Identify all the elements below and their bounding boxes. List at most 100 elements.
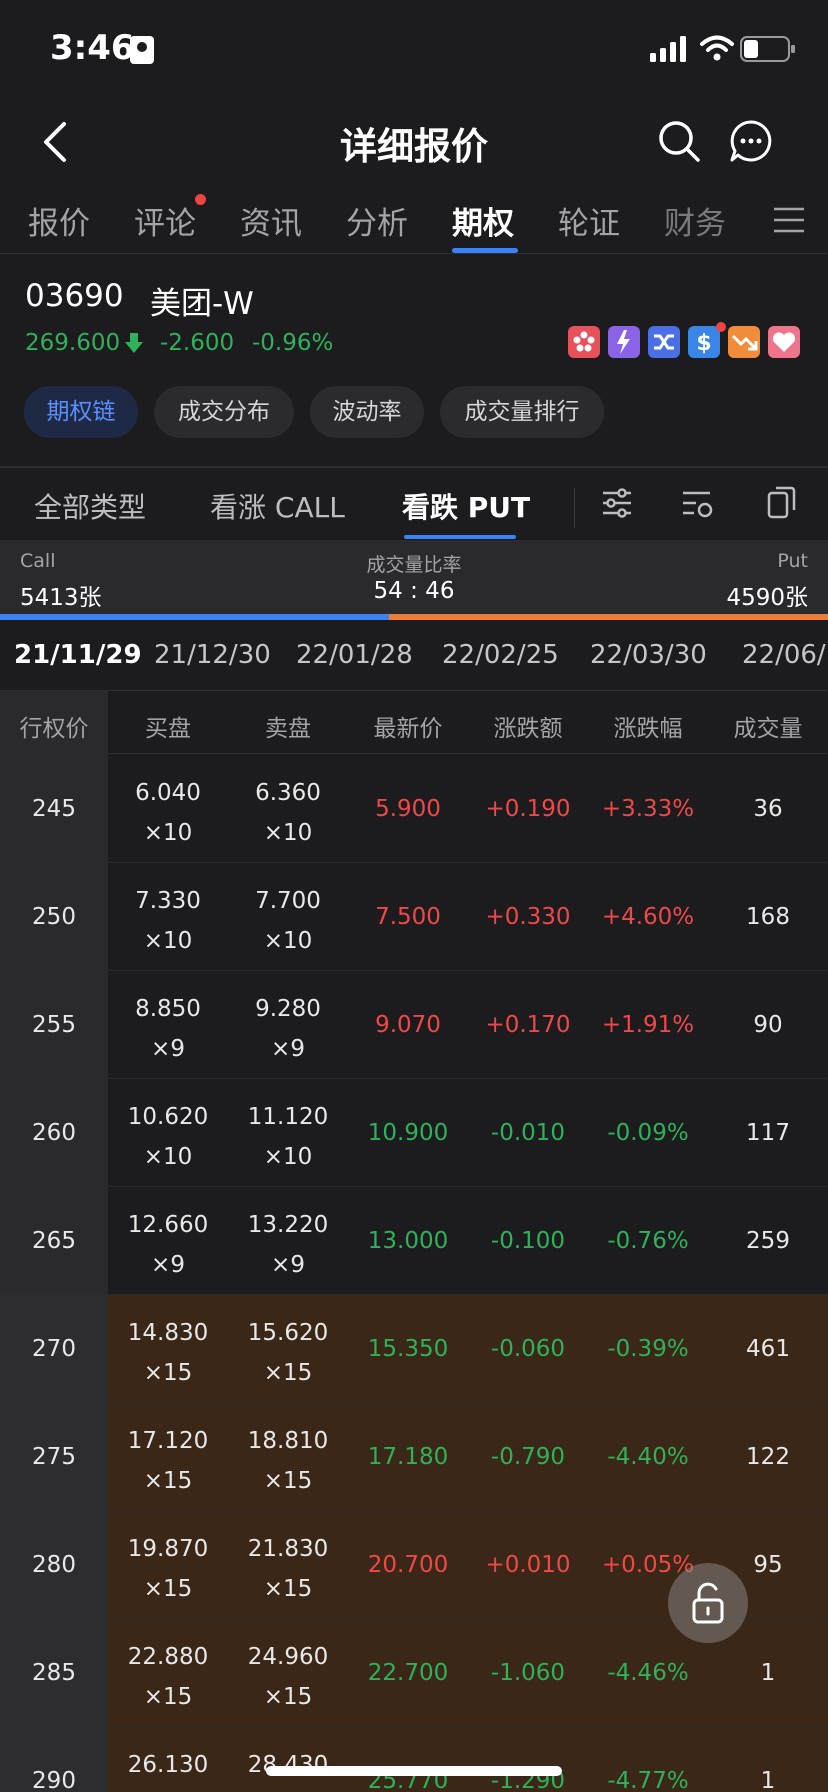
expiry-date[interactable]: 22/06/ [742,640,826,670]
tab-financials[interactable]: 财务 [664,198,726,243]
heart-icon[interactable] [768,326,800,358]
tab-warrants[interactable]: 轮证 [558,198,620,243]
strike-price: 280 [0,1511,108,1619]
copy-icon[interactable] [766,484,798,520]
tab-options[interactable]: 期权 [452,198,514,243]
expiry-date[interactable]: 21/12/30 [154,640,271,670]
bid-price: 10.620 [127,1104,209,1130]
tab-analysis[interactable]: 分析 [346,198,408,243]
price-change: +0.010 [485,1552,571,1578]
search-icon[interactable] [656,118,702,164]
bid-cell: 7.330 ×10 [108,881,228,961]
col-change[interactable]: 涨跌额 [468,709,588,743]
price-change-pct: +4.60% [601,904,695,930]
type-tab-indicator [404,535,516,539]
ask-price: 21.830 [247,1536,329,1562]
ask-size: ×9 [271,1036,305,1062]
nav-bar: 详细报价 [0,100,828,200]
strike-price: 290 [0,1727,108,1792]
table-row[interactable]: 255 8.850 ×9 9.280 ×9 9.070 +0.170 +1.91% 90 [0,971,828,1079]
bid-cell: 8.850 ×9 [108,989,228,1069]
type-tab-all[interactable]: 全部类型 [34,486,146,526]
strike-price: 270 [0,1295,108,1403]
price-change-pct: +1.91% [601,1012,695,1038]
bid-cell: 22.880 ×15 [108,1637,228,1717]
bid-size: ×9 [151,1252,185,1278]
table-row[interactable]: 260 10.620 ×10 11.120 ×10 10.900 -0.010 -0.09% 1… [0,1079,828,1187]
bid-cell: 17.120 ×15 [108,1421,228,1501]
strike-price: 260 [0,1079,108,1187]
expiry-date[interactable]: 22/03/30 [590,640,707,670]
filter-icon[interactable] [600,486,634,520]
tab-news[interactable]: 资讯 [240,198,302,243]
expiry-date[interactable]: 22/02/25 [442,640,559,670]
expiry-date[interactable]: 21/11/29 [14,640,142,670]
put-volume: 4590张 [726,585,808,611]
arrow-down-icon [125,333,143,353]
price-change: -0.010 [490,1120,566,1146]
table-row[interactable]: 265 12.660 ×9 13.220 ×9 13.000 -0.100 -0.76% 259 [0,1187,828,1295]
chip-trade-distribution[interactable]: 成交分布 [154,386,294,438]
ask-cell: 6.360 ×10 [228,773,348,853]
type-tab-put[interactable]: 看跌 PUT [402,486,530,526]
bid-price: 12.660 [127,1212,209,1238]
bid-price: 6.040 [135,780,201,806]
ask-cell: 15.620 ×15 [228,1313,348,1393]
ask-size: ×9 [271,1252,305,1278]
ratio-value: 54 : 46 [373,578,455,604]
col-strike[interactable]: 行权价 [0,709,108,743]
last-price: 15.350 [367,1336,449,1362]
last-price: 22.700 [367,1660,449,1686]
col-volume[interactable]: 成交量 [708,709,828,743]
col-change-pct[interactable]: 涨跌幅 [588,709,708,743]
chat-icon[interactable] [728,118,774,164]
strike-price: 275 [0,1403,108,1511]
home-indicator [266,1766,562,1776]
col-last[interactable]: 最新价 [348,709,468,743]
col-ask[interactable]: 卖盘 [228,709,348,743]
dollar-icon[interactable]: $ [688,326,720,358]
active-tab-indicator [452,248,518,253]
level2-icon[interactable] [608,326,640,358]
table-row[interactable]: 245 6.040 ×10 6.360 ×10 5.900 +0.190 +3.33% 36 [0,755,828,863]
chip-option-chain[interactable]: 期权链 [24,386,138,438]
bid-price: 22.880 [127,1644,209,1670]
ask-price: 6.360 [255,780,321,806]
chip-volume-ranking[interactable]: 成交量排行 [440,386,604,438]
bid-size: ×15 [143,1576,193,1602]
col-bid[interactable]: 买盘 [108,709,228,743]
swap-icon[interactable] [648,326,680,358]
battery-icon [740,36,795,62]
tab-comments[interactable]: 评论 [134,198,196,243]
chip-volatility[interactable]: 波动率 [310,386,424,438]
table-row[interactable]: 290 26.130 28.430 25.770 -1.290 -4.77% 1 [0,1727,828,1792]
stock-code: 03690 [25,278,124,314]
bid-size: ×10 [143,820,193,846]
bid-cell: 14.830 ×15 [108,1313,228,1393]
options-table-header: 行权价 买盘 卖盘 最新价 涨跌额 涨跌幅 成交量 [0,690,828,755]
bid-price: 14.830 [127,1320,209,1346]
table-row[interactable]: 275 17.120 ×15 18.810 ×15 17.180 -0.790 -4.40% 1… [0,1403,828,1511]
volume: 36 [753,796,783,822]
tab-quote[interactable]: 报价 [28,198,90,243]
trend-down-icon[interactable] [728,326,760,358]
table-row[interactable]: 250 7.330 ×10 7.700 ×10 7.500 +0.330 +4.60% 168 [0,863,828,971]
last-price: 7.500 [375,904,441,930]
lock-button[interactable] [668,1563,748,1643]
ask-size: ×10 [263,928,313,954]
price-change: +0.330 [485,904,571,930]
volume-ratio-panel: Call 5413张 成交量比率 54 : 46 Put 4590张 [0,540,828,620]
volume: 259 [746,1228,790,1254]
volume: 122 [746,1444,790,1470]
ask-cell: 9.280 ×9 [228,989,348,1069]
ask-cell: 24.960 ×15 [228,1637,348,1717]
price-change-pct: +3.33% [601,796,695,822]
expiry-date[interactable]: 22/01/28 [296,640,413,670]
page-title: 详细报价 [340,125,488,168]
type-tab-call[interactable]: 看涨 CALL [210,486,345,526]
hk-flag-icon[interactable] [568,326,600,358]
ratio-title: 成交量比率 [366,554,462,576]
list-settings-icon[interactable] [680,486,714,520]
menu-icon[interactable] [772,206,806,234]
table-row[interactable]: 270 14.830 ×15 15.620 ×15 15.350 -0.060 -0.39% 4… [0,1295,828,1403]
